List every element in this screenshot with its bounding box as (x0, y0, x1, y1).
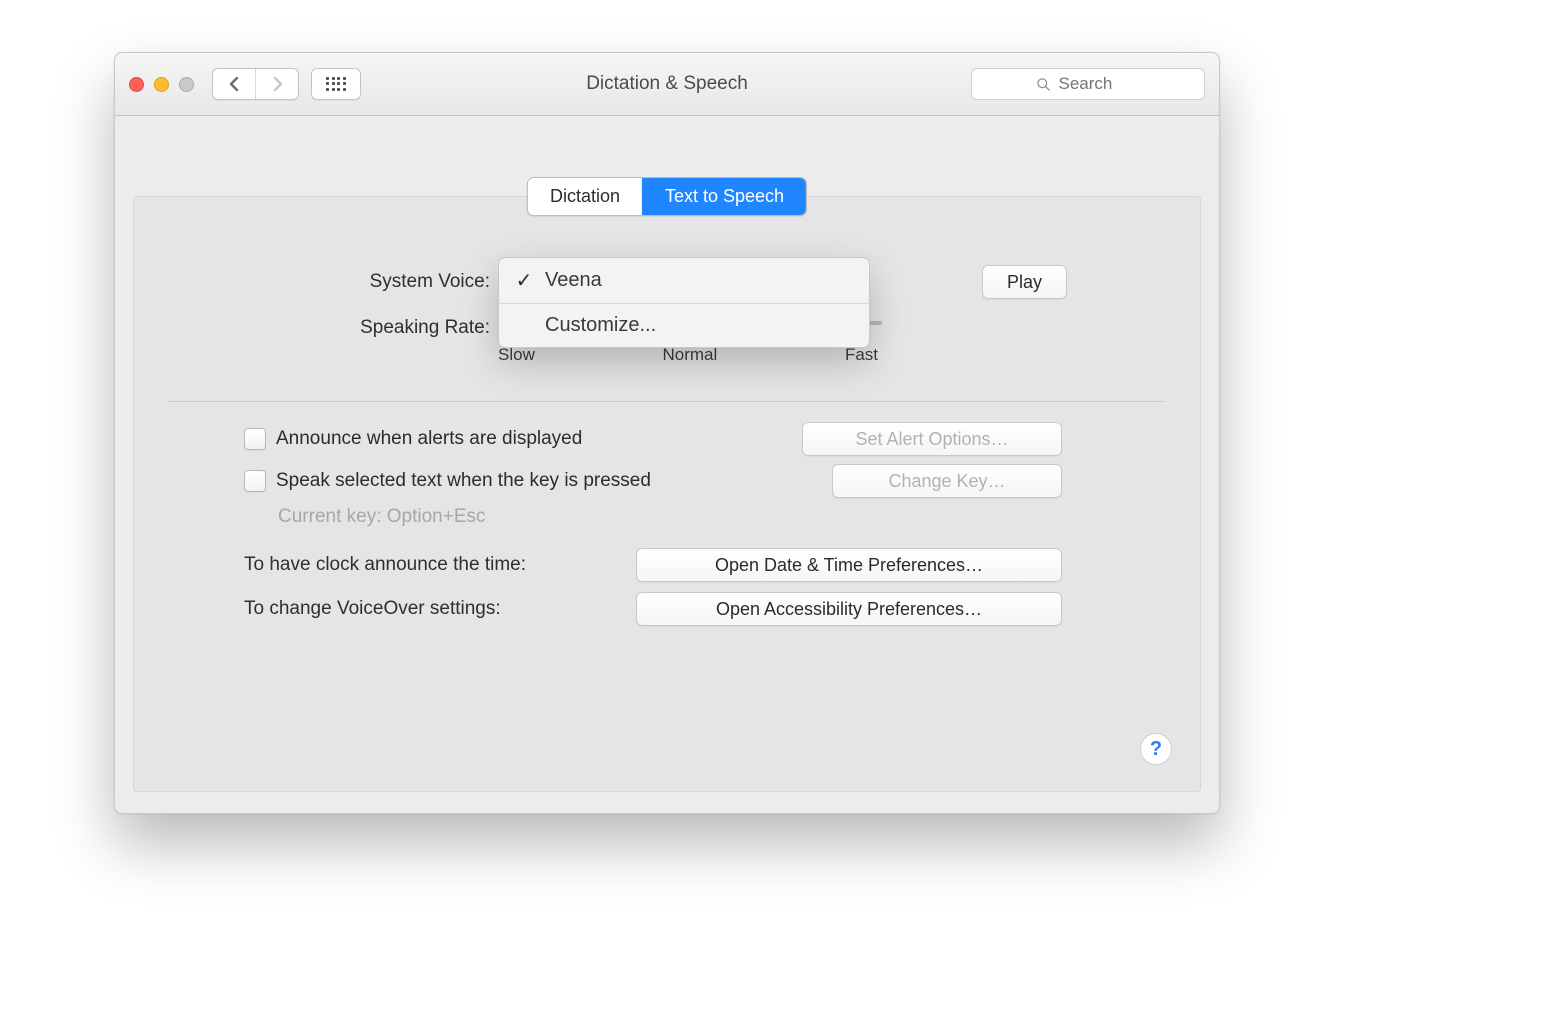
zoom-window-button (179, 77, 194, 92)
forward-button (255, 69, 298, 99)
open-date-time-button[interactable]: Open Date & Time Preferences… (636, 548, 1062, 582)
voice-option-veena[interactable]: ✓ Veena (499, 258, 869, 303)
titlebar: Dictation & Speech (115, 53, 1219, 116)
chevron-right-icon (272, 76, 283, 92)
current-key-label: Current key: Option+Esc (278, 506, 1200, 528)
search-field[interactable] (971, 68, 1205, 100)
voice-option-label: Veena (545, 269, 602, 292)
grid-icon (326, 77, 346, 91)
window-controls (129, 77, 194, 92)
minimize-window-button[interactable] (154, 77, 169, 92)
checkmark-icon: ✓ (515, 268, 533, 293)
show-all-button[interactable] (311, 68, 361, 100)
tick-normal: Normal (663, 345, 718, 365)
clock-announce-label: To have clock announce the time: (244, 554, 526, 576)
speaking-rate-label: Speaking Rate: (134, 317, 498, 339)
open-accessibility-button[interactable]: Open Accessibility Preferences… (636, 592, 1062, 626)
back-button[interactable] (213, 69, 255, 99)
tts-content: System Voice: Play Speaking Rate: Slow N… (134, 197, 1200, 791)
change-key-button: Change Key… (832, 464, 1062, 498)
search-input[interactable] (1057, 73, 1141, 95)
set-alert-options-button: Set Alert Options… (802, 422, 1062, 456)
chevron-left-icon (229, 76, 240, 92)
section-divider (168, 401, 1166, 402)
speak-selected-checkbox[interactable] (244, 470, 266, 492)
search-icon (1036, 77, 1051, 92)
voiceover-settings-label: To change VoiceOver settings: (244, 598, 501, 620)
nav-back-forward (212, 68, 299, 100)
system-voice-menu: ✓ Veena Customize... (498, 257, 870, 348)
play-button[interactable]: Play (982, 265, 1067, 299)
tick-slow: Slow (498, 345, 535, 365)
window-body: Dictation Text to Speech System Voice: P… (115, 116, 1219, 814)
help-button[interactable]: ? (1140, 733, 1172, 765)
customize-label: Customize... (545, 314, 656, 337)
rate-tick-labels: Slow Normal Fast (498, 345, 878, 365)
system-voice-label: System Voice: (134, 271, 498, 293)
content-panel: Dictation Text to Speech System Voice: P… (133, 196, 1201, 792)
close-window-button[interactable] (129, 77, 144, 92)
announce-alerts-checkbox[interactable] (244, 428, 266, 450)
tick-fast: Fast (845, 345, 878, 365)
speak-selected-label: Speak selected text when the key is pres… (276, 470, 651, 492)
announce-alerts-label: Announce when alerts are displayed (276, 428, 582, 450)
voice-option-customize[interactable]: Customize... (499, 304, 869, 347)
preferences-window: Dictation & Speech Dictation Text to Spe… (114, 52, 1220, 814)
